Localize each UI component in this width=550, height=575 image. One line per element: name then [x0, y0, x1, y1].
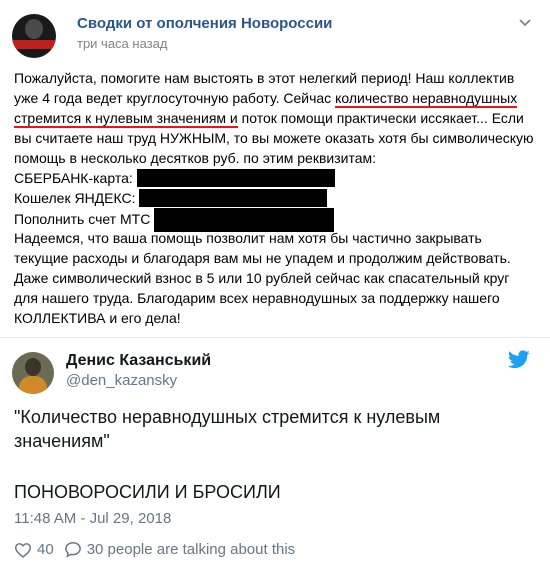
post-text: Пожалуйста, помогите нам выстоять в этот… — [14, 68, 536, 328]
post-line: Пожалуйста, помогите нам выстоять в этот… — [14, 70, 515, 86]
chevron-down-icon[interactable] — [516, 14, 534, 32]
vk-post: Сводки от ополчения Новороссии три часа … — [0, 0, 550, 337]
post-line: Пополнить счет МТС — [14, 208, 536, 232]
post-line: помощь в несколько десятков руб. по этим… — [14, 150, 377, 166]
redaction-block — [136, 169, 335, 187]
yandex-label: Кошелек ЯНДЕКС: — [14, 190, 136, 206]
embedded-tweet: Денис Казанський @den_kazansky "Количест… — [0, 337, 550, 575]
post-line: Кошелек ЯНДЕКС: — [14, 188, 536, 208]
comment-icon — [64, 541, 81, 558]
author-avatar[interactable] — [12, 352, 54, 394]
reply-button[interactable]: 30 people are talking about this — [64, 541, 295, 558]
avatar-banner — [12, 40, 56, 49]
post-line: Надеемся, что ваша помощь позволит нам х… — [14, 230, 482, 246]
post-line: Даже символический взнос в 5 или 10 рубл… — [14, 270, 510, 286]
tweet-quote: "Количество неравнодушных стремится к ну… — [14, 407, 441, 451]
author-name[interactable]: Денис Казанський — [66, 352, 211, 370]
tweet-date[interactable]: 11:48 AM - Jul 29, 2018 — [14, 510, 171, 527]
talking-count: 30 people are talking about this — [86, 541, 296, 558]
avatar-head — [25, 358, 41, 376]
post-line: текущие расходы и благодаря вам мы не уп… — [14, 250, 511, 266]
highlighted-phrase: стремится к нулевым значениям и — [14, 110, 238, 128]
avatar-body — [19, 376, 47, 394]
tweet-text: ПОНОВОРОСИЛИ И БРОСИЛИ — [14, 482, 281, 502]
post-line: стремится к нулевым значениям и поток по… — [14, 108, 536, 128]
post-line: КОЛЛЕКТИВА и его дела! — [14, 310, 181, 326]
twitter-bird-icon[interactable] — [507, 350, 530, 372]
author-handle[interactable]: @den_kazansky — [66, 372, 177, 389]
tweet-actions: 40 30 people are talking about this — [14, 541, 305, 558]
post-line-part: уже 4 года ведет круглосуточную работу. … — [14, 90, 336, 106]
highlighted-phrase: количество неравнодушных — [335, 90, 518, 108]
redaction-block — [139, 189, 328, 207]
post-line-part: поток помощи практически иссякает... Есл… — [237, 110, 524, 126]
post-time[interactable]: три часа назад — [77, 36, 167, 51]
post-line: уже 4 года ведет круглосуточную работу. … — [14, 88, 536, 108]
group-name[interactable]: Сводки от ополчения Новороссии — [77, 15, 332, 32]
post-line: вы считаете наш труд НУЖНЫМ, то вы может… — [14, 130, 534, 146]
heart-icon — [14, 542, 32, 558]
group-avatar[interactable] — [12, 14, 56, 58]
sberbank-label: СБЕРБАНК-карта: — [14, 170, 133, 186]
post-line: СБЕРБАНК-карта: — [14, 168, 536, 188]
like-button[interactable]: 40 — [14, 541, 54, 558]
avatar-face — [25, 19, 43, 39]
post-line: для нашего труда. Благодарим всех неравн… — [14, 290, 500, 306]
mts-label: Пополнить счет МТС — [14, 211, 151, 227]
like-count: 40 — [37, 541, 54, 558]
